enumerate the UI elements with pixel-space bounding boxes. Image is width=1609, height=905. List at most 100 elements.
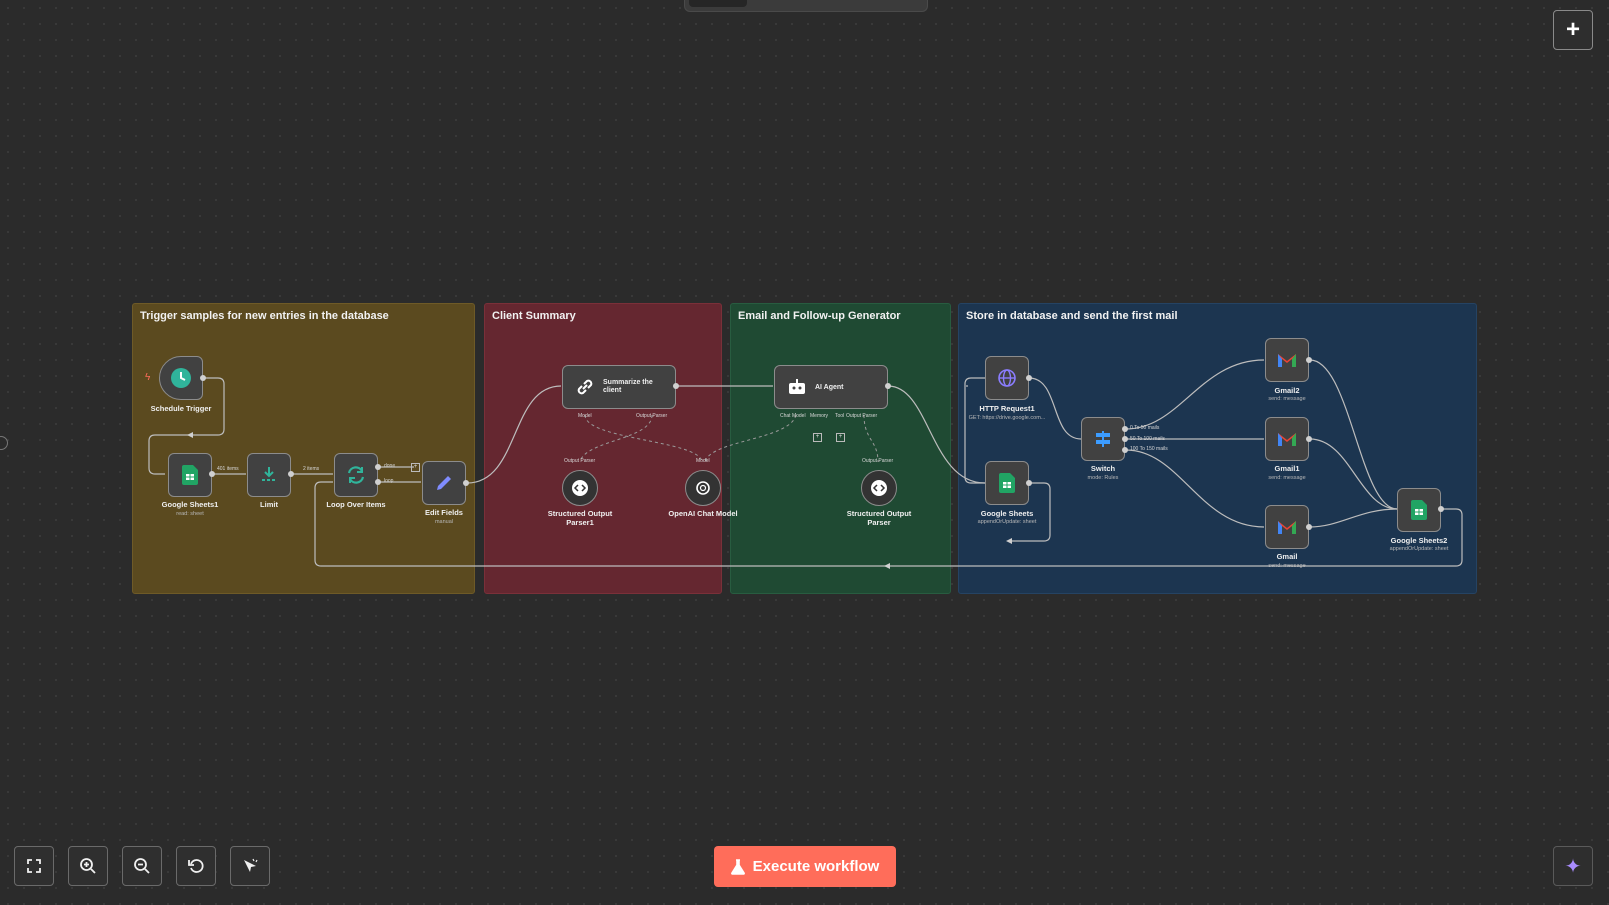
edge-label: 401 items (217, 466, 239, 472)
group-title: Store in database and send the first mai… (966, 310, 1178, 322)
zoom-out-icon (134, 858, 150, 874)
canvas-top-handle[interactable] (684, 0, 928, 12)
schedule-trigger-label: Schedule Trigger (150, 404, 212, 413)
edge-label: Chat Model (780, 413, 806, 419)
switch-sub: mode: Rules (1087, 475, 1119, 481)
http-request1-node[interactable] (985, 356, 1029, 400)
tidy-up-icon (244, 858, 258, 872)
code-icon (572, 480, 588, 496)
edge-label: 50 To 100 mails (1130, 436, 1165, 442)
gmail-icon (1278, 521, 1296, 534)
reset-zoom-button[interactable] (176, 846, 216, 886)
execute-workflow-button[interactable]: Execute workflow (714, 846, 896, 887)
openai-chat-model-node[interactable] (685, 470, 721, 506)
google-sheets-node[interactable] (985, 461, 1029, 505)
execute-workflow-label: Execute workflow (752, 858, 880, 875)
edge-label: Output Parser (636, 413, 668, 419)
google-sheets-sub: appendOrUpdate: sheet (977, 519, 1037, 525)
loop-icon (347, 466, 365, 484)
code-icon (871, 480, 887, 496)
output-port[interactable] (375, 479, 381, 485)
summarize-client-label: Summarize the client (603, 379, 653, 394)
add-node-button[interactable]: + (1553, 10, 1593, 50)
output-port[interactable] (1122, 426, 1128, 432)
output-port[interactable] (1122, 447, 1128, 453)
google-sheets-icon (1411, 500, 1427, 520)
zoom-in-icon (80, 858, 96, 874)
edge-label: 2 items (303, 466, 320, 472)
gmail1-label: Gmail1 (1274, 464, 1300, 473)
gmail-node[interactable] (1265, 505, 1309, 549)
gmail2-node[interactable] (1265, 338, 1309, 382)
edge-label: 0 To 50 mails (1130, 425, 1160, 431)
loop-over-items-label: Loop Over Items (326, 500, 386, 509)
fit-view-icon (27, 859, 41, 873)
canvas-left-handle (0, 436, 8, 450)
structured-parser1-label: Structured Output Parser1 (547, 509, 613, 527)
limit-label: Limit (260, 500, 278, 509)
tidy-up-button[interactable] (230, 846, 270, 886)
group-email-generator[interactable]: Email and Follow-up Generator (730, 303, 951, 594)
output-port[interactable] (1122, 436, 1128, 442)
output-port[interactable] (209, 471, 215, 477)
robot-icon (789, 379, 805, 394)
group-title: Trigger samples for new entries in the d… (140, 310, 389, 322)
edge-label: Memory (810, 413, 829, 419)
output-port[interactable] (1438, 506, 1444, 512)
output-port[interactable] (673, 383, 679, 389)
summarize-client-node[interactable]: Summarize the client (562, 365, 676, 409)
zoom-out-button[interactable] (122, 846, 162, 886)
switch-label: Switch (1090, 464, 1116, 473)
google-sheets2-node[interactable] (1397, 488, 1441, 532)
group-client-summary[interactable]: Client Summary (484, 303, 722, 594)
switch-icon (1096, 431, 1110, 447)
edit-fields-node[interactable] (422, 461, 466, 505)
output-port[interactable] (1026, 480, 1032, 486)
loop-over-items-node[interactable] (334, 453, 378, 497)
output-port[interactable] (1306, 357, 1312, 363)
group-title: Client Summary (492, 310, 576, 322)
google-sheets1-label: Google Sheets1 (161, 500, 219, 509)
gmail1-node[interactable] (1265, 417, 1309, 461)
output-port[interactable] (1026, 375, 1032, 381)
http-request1-label: HTTP Request1 (979, 404, 1035, 413)
google-sheets1-node[interactable] (168, 453, 212, 497)
fit-view-button[interactable] (14, 846, 54, 886)
structured-parser1-node[interactable] (562, 470, 598, 506)
output-port[interactable] (885, 383, 891, 389)
limit-icon (262, 467, 276, 481)
edit-fields-sub: manual (434, 519, 454, 525)
output-port[interactable] (288, 471, 294, 477)
edge-label: Model (696, 458, 710, 464)
gmail2-sub: send: message (1268, 396, 1306, 402)
google-sheets-icon (999, 473, 1015, 493)
group-trigger-samples[interactable]: Trigger samples for new entries in the d… (132, 303, 475, 594)
group-title: Email and Follow-up Generator (738, 310, 901, 322)
schedule-trigger-node[interactable] (159, 356, 203, 400)
ai-assistant-button[interactable]: ✦ (1553, 846, 1593, 886)
output-port[interactable] (200, 375, 206, 381)
output-port[interactable] (1306, 524, 1312, 530)
gmail-sub: send: message (1268, 563, 1306, 569)
structured-parser-node[interactable] (861, 470, 897, 506)
add-memory-icon[interactable]: + (813, 433, 822, 442)
link-icon (577, 379, 593, 395)
flask-icon (730, 858, 745, 875)
google-sheets-label: Google Sheets (980, 509, 1034, 518)
gmail2-label: Gmail2 (1274, 386, 1300, 395)
switch-node[interactable] (1081, 417, 1125, 461)
limit-node[interactable] (247, 453, 291, 497)
output-port[interactable] (1306, 436, 1312, 442)
add-node-icon[interactable]: + (411, 463, 420, 472)
output-port[interactable] (375, 464, 381, 470)
openai-chat-model-label: OpenAI Chat Model (668, 509, 738, 518)
google-sheets1-sub: read: sheet (176, 511, 204, 517)
add-tool-icon[interactable]: + (836, 433, 845, 442)
edge-label: Output Parser (564, 458, 596, 464)
ai-agent-node[interactable]: AI Agent (774, 365, 888, 409)
plus-icon: + (1565, 16, 1580, 43)
http-request1-sub: GET: https://drive.google.com... (968, 415, 1046, 421)
google-sheets2-label: Google Sheets2 (1390, 536, 1448, 545)
output-port[interactable] (463, 480, 469, 486)
zoom-in-button[interactable] (68, 846, 108, 886)
